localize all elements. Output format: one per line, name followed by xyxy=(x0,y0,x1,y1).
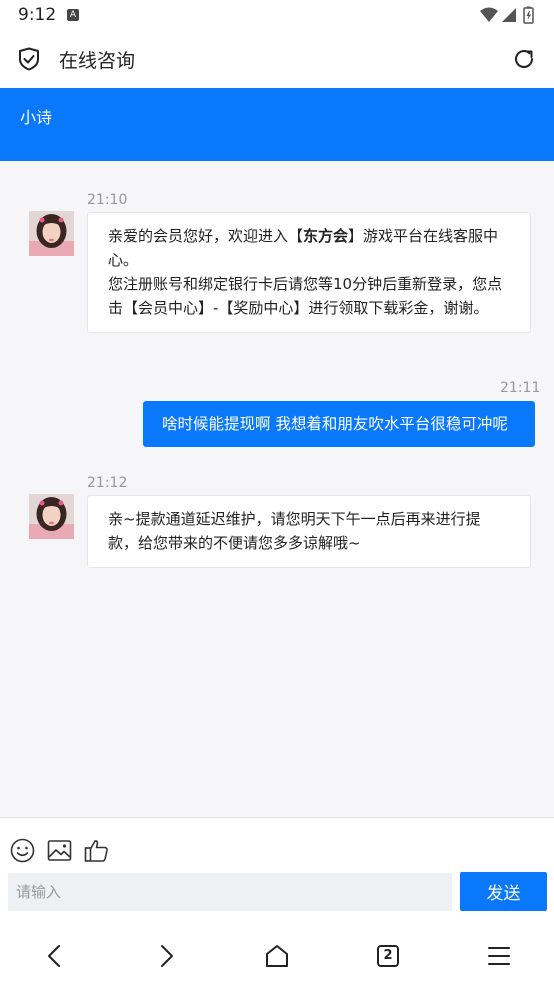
message-time: 21:12 xyxy=(87,475,128,491)
chat-area[interactable]: 21:10 亲爱的会员您好，欢迎进入【东方会】游戏平台在线客服中心。 您注册账号… xyxy=(0,161,554,817)
bold-fragment: 东方会 xyxy=(303,227,349,245)
tabs-icon[interactable]: 2 xyxy=(373,941,403,971)
status-time: 9:12 xyxy=(18,5,57,25)
message-line: 亲~提款通道延迟维护，请您明天下午一点后再来进行提款，给您带来的不便请您多多谅解… xyxy=(108,510,481,552)
message-time: 21:11 xyxy=(500,380,541,396)
agent-name: 小诗 xyxy=(20,108,53,127)
message-line: 亲爱的会员您好，欢迎进入【东方会】游戏平台在线客服中心。 xyxy=(108,227,499,269)
send-button[interactable]: 发送 xyxy=(460,872,547,911)
battery-icon xyxy=(523,6,534,24)
thumbs-up-icon[interactable] xyxy=(84,838,109,863)
back-icon[interactable] xyxy=(40,941,70,971)
status-bar: 9:12 A xyxy=(0,0,554,30)
agent-avatar xyxy=(29,211,74,256)
notification-icon: A xyxy=(67,9,79,21)
signal-icon xyxy=(502,8,516,22)
emoji-icon[interactable] xyxy=(10,838,35,863)
composer: 发送 xyxy=(0,817,554,928)
message-input[interactable] xyxy=(8,873,452,911)
status-icons xyxy=(480,6,534,24)
app-bar: 在线咨询 xyxy=(0,30,554,88)
home-icon[interactable] xyxy=(262,941,292,971)
incoming-message: 亲爱的会员您好，欢迎进入【东方会】游戏平台在线客服中心。 您注册账号和绑定银行卡… xyxy=(87,212,531,333)
message-time: 21:10 xyxy=(87,192,128,208)
message-line: 您注册账号和绑定银行卡后请您等10分钟后重新登录，您点击【会员中心】-【奖励中心… xyxy=(108,275,503,317)
shield-check-icon[interactable] xyxy=(18,47,40,71)
page-title: 在线咨询 xyxy=(59,50,136,72)
reload-icon[interactable] xyxy=(512,47,536,71)
outgoing-message: 啥时候能提现啊 我想着和朋友吹水平台很稳可冲呢 xyxy=(143,401,535,447)
bottom-nav: 2 xyxy=(0,927,554,984)
menu-icon[interactable] xyxy=(484,941,514,971)
agent-header: 小诗 xyxy=(0,88,554,161)
agent-avatar xyxy=(29,494,74,539)
wifi-icon xyxy=(480,7,498,22)
incoming-message: 亲~提款通道延迟维护，请您明天下午一点后再来进行提款，给您带来的不便请您多多谅解… xyxy=(87,495,531,568)
image-icon[interactable] xyxy=(47,838,72,863)
tab-count: 2 xyxy=(383,948,393,963)
forward-icon[interactable] xyxy=(151,941,181,971)
